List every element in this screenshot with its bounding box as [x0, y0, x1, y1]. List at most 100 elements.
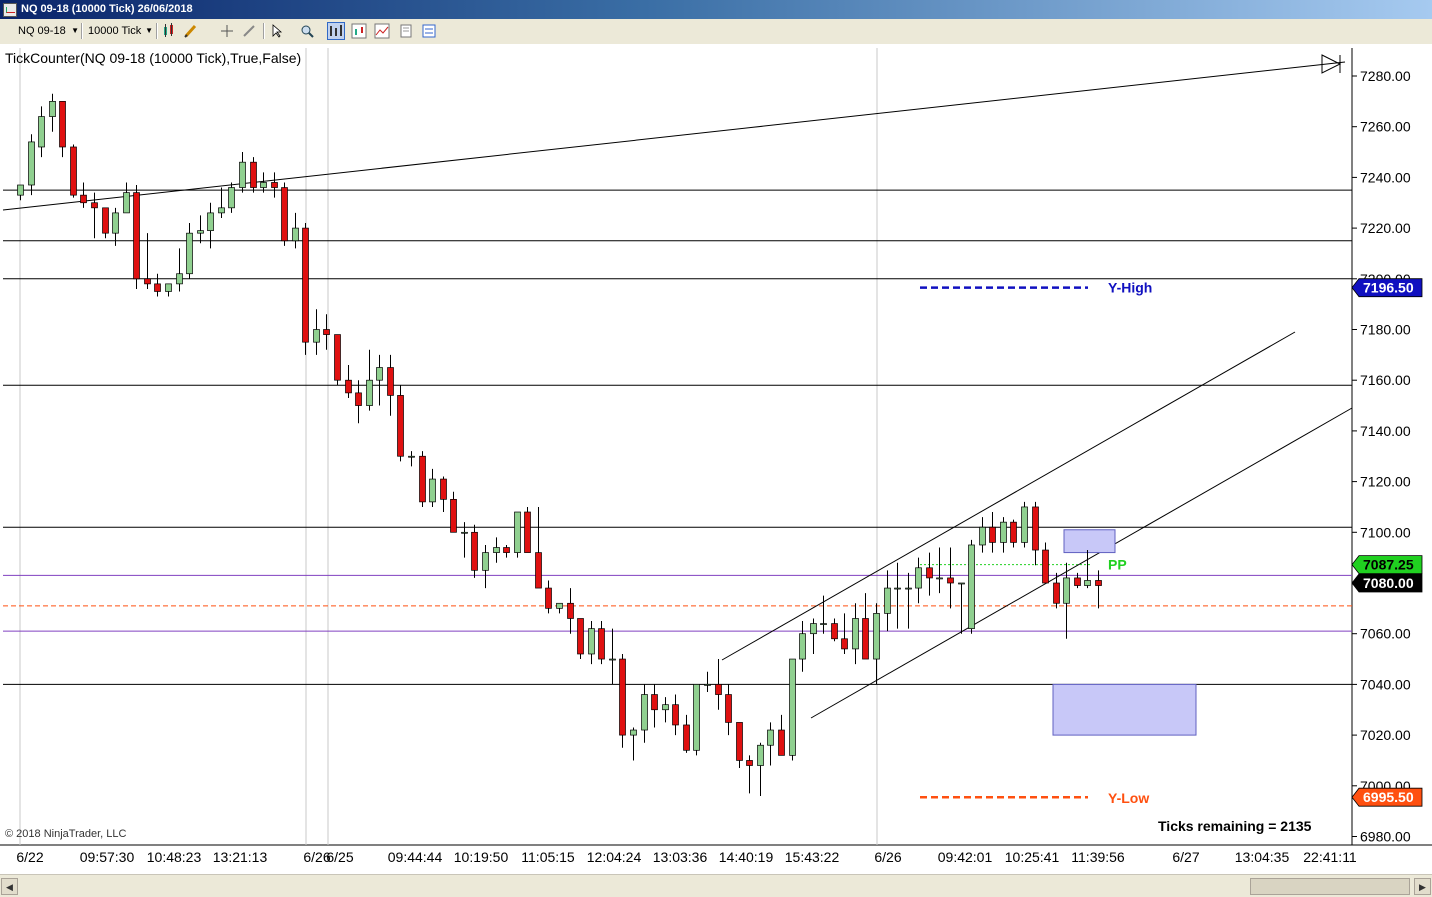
candle-up[interactable] [38, 116, 45, 148]
candle-down[interactable] [567, 602, 574, 619]
candle-down[interactable] [1074, 577, 1081, 586]
price-chart[interactable]: Y-High Y-Low PP 7280.00 7260.00 7240.00 7220.… [0, 44, 1432, 874]
candle-up[interactable] [630, 729, 637, 736]
candle-down[interactable] [1095, 580, 1102, 586]
horizontal-scrollbar[interactable]: ◀ ▶ [0, 874, 1432, 897]
candle-up[interactable] [873, 613, 880, 660]
candle-up[interactable] [609, 658, 616, 661]
candle-up[interactable] [207, 212, 214, 231]
instrument-selector[interactable]: NQ 09-18 ▼ [14, 22, 82, 40]
candle-down[interactable] [715, 684, 722, 695]
candle-down[interactable] [133, 192, 140, 280]
candle-up[interactable] [936, 577, 943, 580]
candle-down[interactable] [841, 638, 848, 650]
bar-spacing-button[interactable] [327, 22, 345, 40]
candle-down[interactable] [1010, 521, 1017, 543]
supply-demand-zone[interactable] [1063, 529, 1116, 554]
candle-down[interactable] [947, 577, 954, 584]
candle-up[interactable] [176, 273, 183, 285]
candle-down[interactable] [683, 724, 690, 751]
candle-down[interactable] [725, 694, 732, 723]
scroll-thumb[interactable] [1250, 878, 1410, 895]
candle-up[interactable] [979, 526, 986, 546]
candle-up[interactable] [799, 633, 806, 660]
candle-up[interactable] [429, 478, 436, 503]
crosshair-button[interactable] [218, 22, 236, 40]
candle-up[interactable] [894, 587, 901, 590]
candle-down[interactable] [862, 618, 869, 660]
candle-up[interactable] [1084, 580, 1091, 586]
candle-down[interactable] [419, 455, 426, 503]
candle-up[interactable] [905, 587, 912, 590]
candle-down[interactable] [831, 623, 838, 640]
candle-up[interactable] [884, 587, 891, 614]
candle-down[interactable] [323, 329, 330, 335]
select-pointer-button[interactable] [268, 22, 286, 40]
candle-up[interactable] [852, 618, 859, 650]
candle-down[interactable] [440, 478, 447, 500]
candle-down[interactable] [397, 395, 404, 457]
candle-down[interactable] [91, 202, 98, 209]
candle-up[interactable] [820, 623, 827, 625]
properties-button[interactable] [420, 22, 438, 40]
candle-down[interactable] [355, 392, 362, 406]
candle-down[interactable] [154, 283, 161, 292]
candle-up[interactable] [123, 192, 130, 214]
candle-up[interactable] [49, 100, 56, 117]
candle-up[interactable] [408, 455, 415, 458]
candle-up[interactable] [260, 182, 267, 188]
candle-up[interactable] [292, 227, 299, 242]
candle-down[interactable] [1053, 582, 1060, 604]
candle-up[interactable] [915, 567, 922, 589]
candle-up[interactable] [1000, 521, 1007, 543]
candle-down[interactable] [450, 498, 457, 533]
candle-up[interactable] [641, 694, 648, 731]
candle-down[interactable] [250, 161, 257, 188]
candle-up[interactable] [482, 552, 489, 571]
candle-down[interactable] [387, 367, 394, 396]
chart-style-button[interactable] [350, 22, 368, 40]
candle-up[interactable] [1063, 577, 1070, 604]
candle-down[interactable] [672, 704, 679, 726]
candle-up[interactable] [810, 623, 817, 635]
candle-up[interactable] [28, 141, 35, 186]
scroll-left-button[interactable]: ◀ [1, 878, 18, 895]
candle-down[interactable] [778, 729, 785, 756]
candle-up[interactable] [112, 212, 119, 234]
candle-down[interactable] [471, 531, 478, 571]
candle-down[interactable] [651, 694, 658, 711]
candle-up[interactable] [662, 704, 669, 711]
candle-up[interactable] [767, 729, 774, 746]
candle-up[interactable] [514, 511, 521, 553]
candle-up[interactable] [376, 367, 383, 381]
candle-up[interactable] [239, 161, 246, 188]
candle-down[interactable] [503, 547, 510, 553]
candle-down[interactable] [736, 722, 743, 761]
candle-up[interactable] [17, 184, 24, 196]
candle-down[interactable] [989, 526, 996, 543]
candle-down[interactable] [59, 100, 66, 148]
candle-down[interactable] [1042, 549, 1049, 584]
drawing-tool-button[interactable] [182, 22, 200, 40]
candle-down[interactable] [577, 618, 584, 655]
candle-down[interactable] [598, 628, 605, 660]
candle-up[interactable] [461, 531, 468, 534]
candle-down[interactable] [535, 552, 542, 589]
supply-demand-zone[interactable] [1052, 683, 1197, 736]
candle-down[interactable] [102, 207, 109, 234]
candle-up[interactable] [366, 379, 373, 406]
candle-up[interactable] [493, 547, 500, 553]
candle-down[interactable] [926, 567, 933, 579]
zoom-button[interactable] [298, 22, 316, 40]
candle-down[interactable] [80, 194, 87, 204]
candle-up[interactable] [218, 207, 225, 214]
scroll-right-button[interactable]: ▶ [1414, 878, 1431, 895]
candle-down[interactable] [545, 587, 552, 609]
candle-up[interactable] [704, 684, 711, 686]
candle-down[interactable] [70, 146, 77, 196]
candle-down[interactable] [271, 182, 278, 188]
candle-up[interactable] [693, 684, 700, 751]
candle-down[interactable] [144, 278, 151, 285]
candle-up[interactable] [313, 329, 320, 343]
candle-up[interactable] [757, 744, 764, 766]
